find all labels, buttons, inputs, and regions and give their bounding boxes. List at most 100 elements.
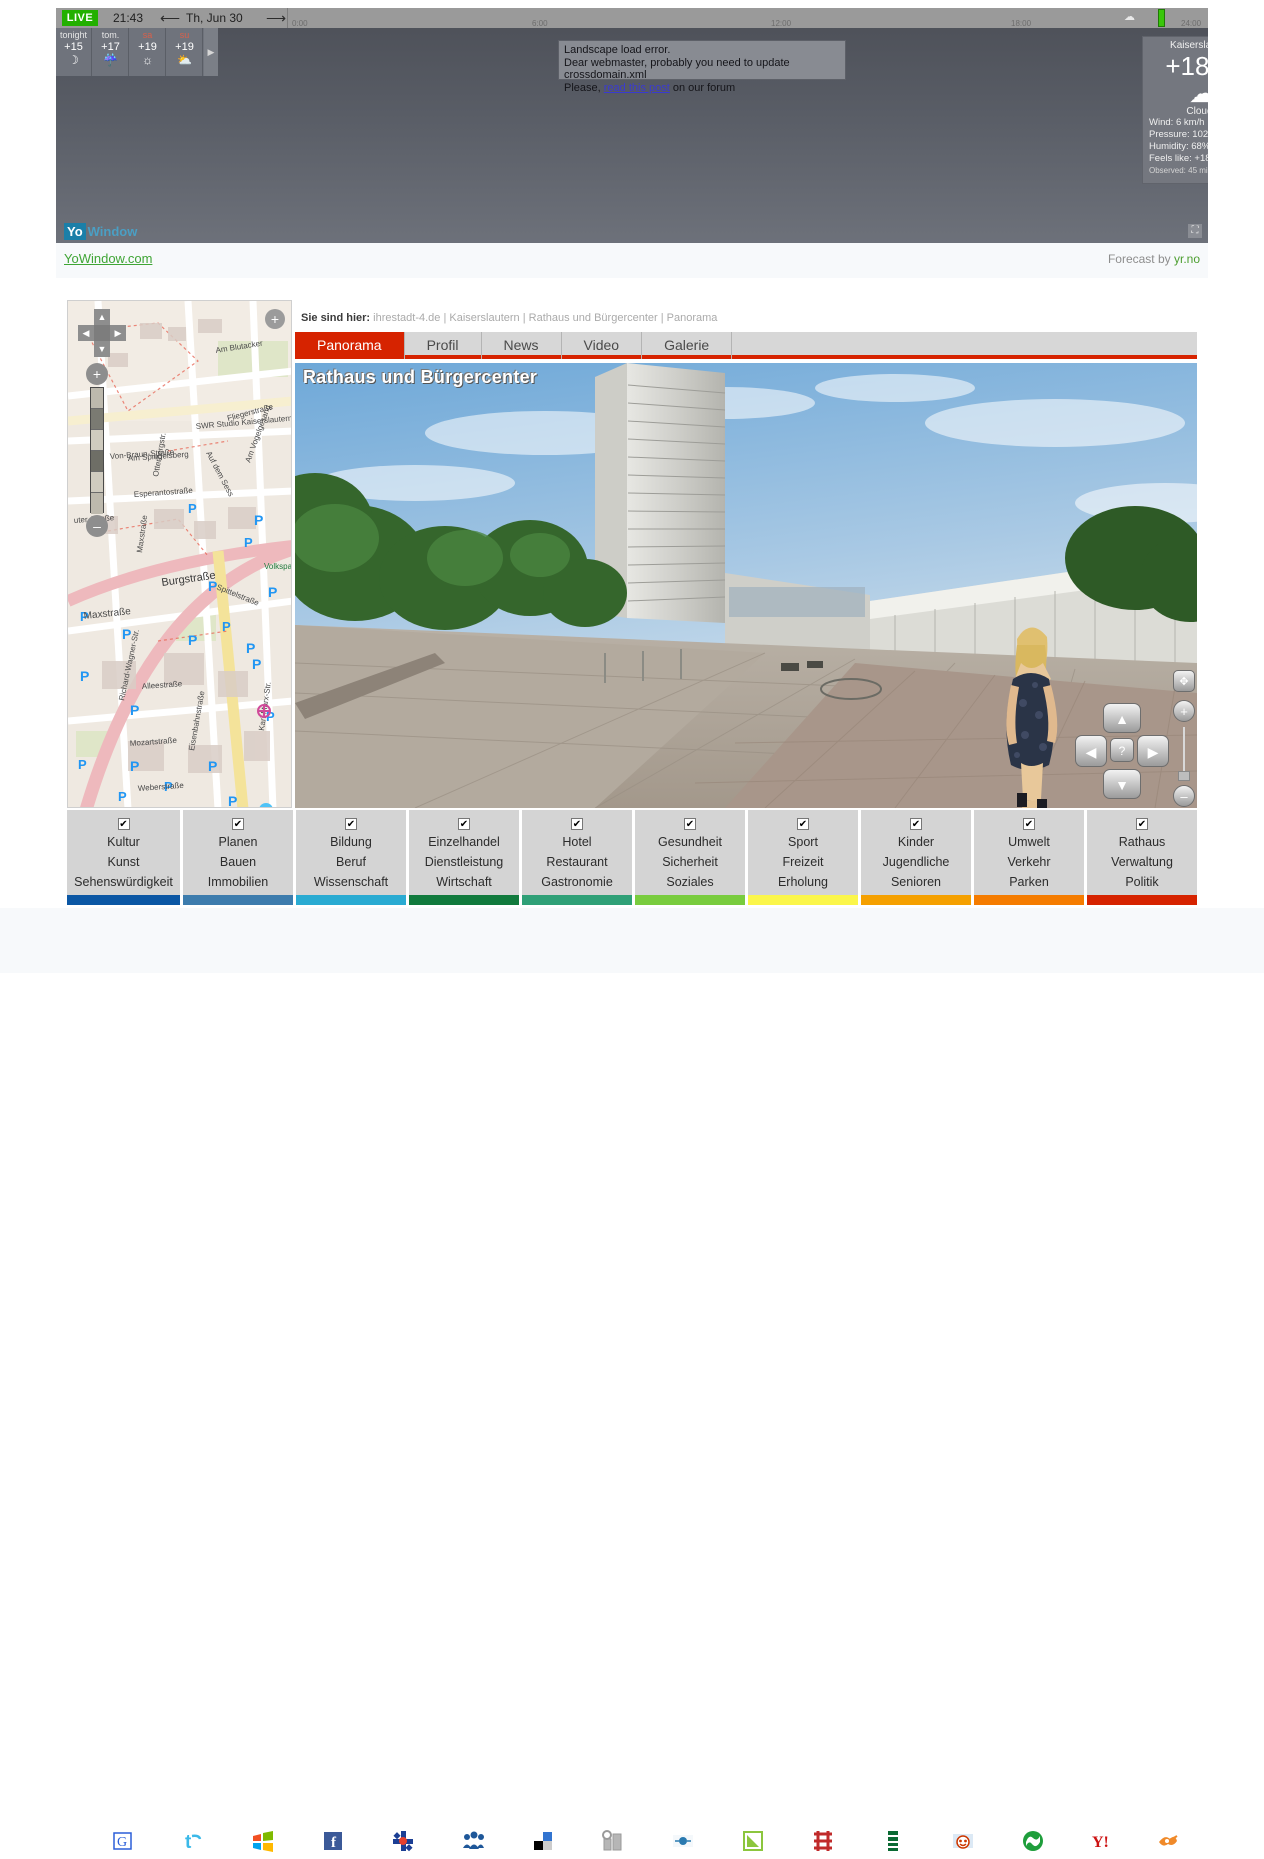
live-badge[interactable]: LIVE xyxy=(62,10,98,26)
map-zoom-in-button[interactable]: + xyxy=(86,363,108,385)
tab-video[interactable]: Video xyxy=(562,332,643,359)
map-zoom-out-button[interactable]: – xyxy=(86,515,108,537)
webnews-icon[interactable] xyxy=(810,1828,836,1854)
folkd-icon[interactable] xyxy=(600,1828,626,1854)
forecast-cell[interactable]: tom. +17 ☔ xyxy=(93,28,129,76)
diigo-icon[interactable] xyxy=(670,1828,696,1854)
pano-help-button[interactable]: ? xyxy=(1110,738,1134,762)
reddit-icon[interactable] xyxy=(950,1828,976,1854)
category-line: Kinder xyxy=(897,835,935,849)
facebook-icon[interactable]: f xyxy=(320,1828,346,1854)
map-pan-right[interactable]: ▶ xyxy=(110,325,126,341)
category-checkbox[interactable]: ✔ xyxy=(345,818,357,830)
yahoo-icon[interactable]: Y! xyxy=(1090,1828,1116,1854)
map-pan-down[interactable]: ▼ xyxy=(94,341,110,357)
technorati-icon[interactable] xyxy=(390,1828,416,1854)
category-einzelhandel[interactable]: ✔ Einzelhandel Dienstleistung Wirtschaft xyxy=(409,810,522,905)
weather-pressure-label: Pressure: xyxy=(1149,129,1190,140)
yowindow-logo-yo: Yo xyxy=(64,223,86,240)
yowindow-logo[interactable]: Yo Window xyxy=(64,223,137,240)
yowindow-site-link[interactable]: YoWindow.com xyxy=(64,251,152,266)
category-kultur[interactable]: ✔ Kultur Kunst Sehenswürdigkeit xyxy=(67,810,183,905)
twitter-icon[interactable]: t xyxy=(180,1828,206,1854)
category-checkbox[interactable]: ✔ xyxy=(232,818,244,830)
map-pan-control[interactable]: ▲ ◀ ▶ ▼ xyxy=(78,309,126,357)
fullscreen-icon[interactable]: ⛶ xyxy=(1188,224,1202,238)
partly-cloudy-icon: ⛅ xyxy=(177,53,192,67)
category-line: Kultur xyxy=(107,835,140,849)
myspace-icon[interactable] xyxy=(460,1828,486,1854)
category-umwelt[interactable]: ✔ Umwelt Verkehr Parken xyxy=(974,810,1087,905)
pano-right-button[interactable]: ▶ xyxy=(1137,735,1169,767)
svg-text:P: P xyxy=(252,656,261,672)
windows-live-icon[interactable] xyxy=(250,1828,276,1854)
pano-fullscreen-button[interactable]: ✥ xyxy=(1173,670,1195,692)
delicious-icon[interactable] xyxy=(530,1828,556,1854)
timeline-scrubber[interactable]: 0:00 6:00 12:00 18:00 24:00 ☁ ☁ xyxy=(288,8,1208,28)
category-checkbox[interactable]: ✔ xyxy=(910,818,922,830)
newsvine-icon[interactable] xyxy=(1155,1828,1181,1854)
category-line: Senioren xyxy=(890,875,942,889)
stumbleupon-icon[interactable] xyxy=(1020,1828,1046,1854)
weather-feels-value: +18°C xyxy=(1194,153,1208,164)
category-rathaus[interactable]: ✔ Rathaus Verwaltung Politik xyxy=(1087,810,1197,905)
mister-wong-icon[interactable] xyxy=(740,1828,766,1854)
map-add-button[interactable]: + xyxy=(265,309,285,329)
map-panel[interactable]: PPP PPP PPP PPP PPP PPP PPP PPP PPP xyxy=(67,300,292,808)
category-planen[interactable]: ✔ Planen Bauen Immobilien xyxy=(183,810,296,905)
category-line: Hotel xyxy=(562,835,592,849)
category-line: Gastronomie xyxy=(541,875,613,889)
prev-day-arrow-icon[interactable]: ⟵ xyxy=(160,11,180,25)
category-checkbox[interactable]: ✔ xyxy=(458,818,470,830)
forecast-next-button[interactable]: ▶ xyxy=(204,28,218,76)
category-checkbox[interactable]: ✔ xyxy=(1023,818,1035,830)
pano-zoom-slider-handle[interactable] xyxy=(1178,771,1190,781)
category-checkbox[interactable]: ✔ xyxy=(1136,818,1148,830)
forecast-cell[interactable]: sa +19 ☼ xyxy=(130,28,166,76)
yowindow-widget: LIVE 21:43 ⟵ Th, Jun 30 ⟶ 0:00 6:00 12:0… xyxy=(56,8,1208,278)
panorama-viewer[interactable]: Rathaus und Bürgercenter ▲ ◀ ? ▶ ▼ ✥ + – xyxy=(295,363,1197,808)
category-checkbox[interactable]: ✔ xyxy=(117,818,130,830)
read-this-post-link[interactable]: read this post xyxy=(604,82,670,94)
category-kinder[interactable]: ✔ Kinder Jugendliche Senioren xyxy=(861,810,974,905)
map-zoom-slider[interactable] xyxy=(90,387,104,514)
forecast-credit: Forecast by yr.no xyxy=(1108,252,1200,266)
timeline-now-marker[interactable] xyxy=(1158,9,1165,27)
yrno-link[interactable]: yr.no xyxy=(1174,252,1200,266)
tab-panorama[interactable]: Panorama xyxy=(295,332,405,359)
svg-text:P: P xyxy=(118,789,127,804)
category-sport[interactable]: ✔ Sport Freizeit Erholung xyxy=(748,810,861,905)
timeline-tick: 24:00 xyxy=(1181,19,1202,28)
next-day-arrow-icon[interactable]: ⟶ xyxy=(266,11,286,25)
category-line: Restaurant xyxy=(546,855,608,869)
map-pan-left[interactable]: ◀ xyxy=(78,325,94,341)
pano-up-button[interactable]: ▲ xyxy=(1103,703,1141,733)
category-checkbox[interactable]: ✔ xyxy=(571,818,583,830)
map-pan-center[interactable] xyxy=(94,325,110,341)
panorama-title: Rathaus und Bürgercenter xyxy=(303,367,538,387)
pano-left-button[interactable]: ◀ xyxy=(1075,735,1107,767)
google-icon[interactable]: G xyxy=(110,1828,136,1854)
pano-zoom-out-button[interactable]: – xyxy=(1173,785,1195,807)
map-zoom-control[interactable]: + – xyxy=(86,363,110,543)
linkarena-icon[interactable] xyxy=(880,1828,906,1854)
category-checkbox[interactable]: ✔ xyxy=(684,818,696,830)
category-hotel[interactable]: ✔ Hotel Restaurant Gastronomie xyxy=(522,810,635,905)
forecast-cell[interactable]: su +19 ⛅ xyxy=(167,28,203,76)
tab-profil[interactable]: Profil xyxy=(405,332,482,359)
timeline-cloud-icon: ☁ xyxy=(1124,11,1135,23)
pano-zoom-in-button[interactable]: + xyxy=(1173,700,1195,722)
category-checkbox[interactable]: ✔ xyxy=(797,818,809,830)
pano-down-button[interactable]: ▼ xyxy=(1103,769,1141,799)
category-bildung[interactable]: ✔ Bildung Beruf Wissenschaft xyxy=(296,810,409,905)
map-pan-up[interactable]: ▲ xyxy=(94,309,110,325)
tab-galerie[interactable]: Galerie xyxy=(642,332,733,359)
category-line: Dienstleistung xyxy=(424,855,504,869)
yowindow-toolbar: LIVE 21:43 ⟵ Th, Jun 30 ⟶ 0:00 6:00 12:0… xyxy=(56,8,1208,28)
tab-news[interactable]: News xyxy=(482,332,562,359)
category-gesundheit[interactable]: ✔ Gesundheit Sicherheit Soziales xyxy=(635,810,748,905)
forecast-cell[interactable]: tonight +15 ☽ xyxy=(56,28,92,76)
svg-text:P: P xyxy=(78,757,87,772)
svg-text:P: P xyxy=(268,584,277,600)
yowindow-sky-scene: LIVE 21:43 ⟵ Th, Jun 30 ⟶ 0:00 6:00 12:0… xyxy=(56,8,1208,243)
